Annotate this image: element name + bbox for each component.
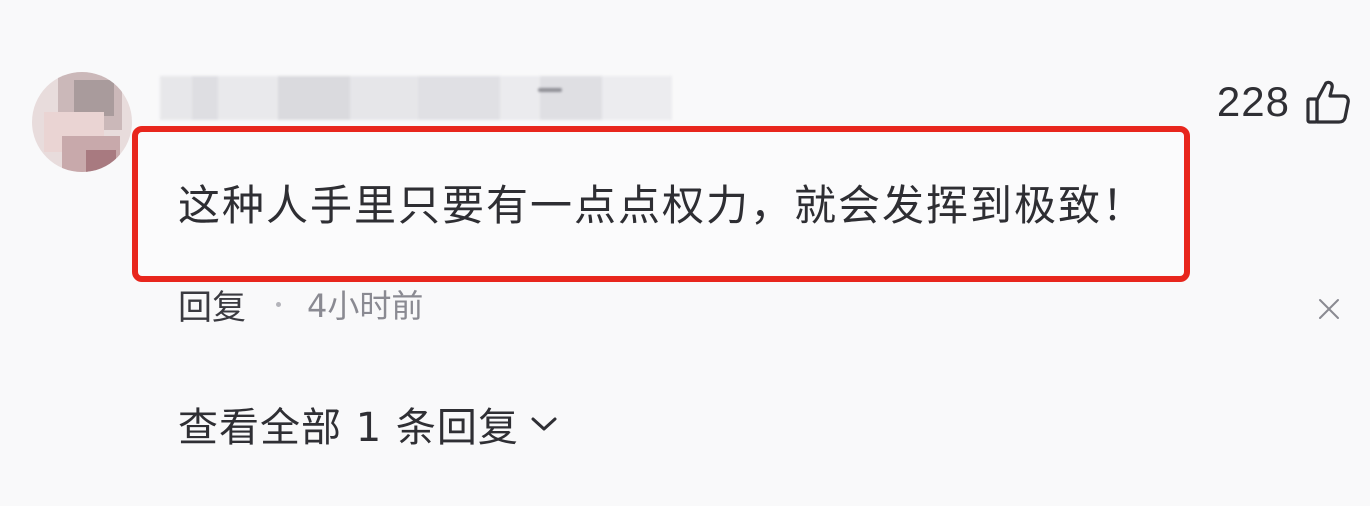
like-count: 228 [1216,78,1290,125]
close-icon[interactable] [1316,296,1342,322]
avatar-blur-block [86,150,116,172]
blurred-username[interactable] [160,76,672,120]
comment-text: 这种人手里只要有一点点权力，就会发挥到极致！ [178,181,1147,230]
highlighted-comment-box: 这种人手里只要有一点点权力，就会发挥到极致！ [132,126,1190,282]
avatar[interactable] [32,72,132,172]
view-all-replies-button[interactable]: 查看全部 1 条回复 [178,396,559,452]
chevron-down-icon [529,414,559,434]
timestamp: 4小时前 [307,287,424,325]
avatar-blur-block [74,80,114,116]
comment-meta: 回复 4小时前 [178,278,423,330]
separator-dot [276,301,281,307]
like-group[interactable]: 228 [1217,72,1350,132]
comment-card: 228 这种人手里只要有一点点权力，就会发挥到极致！ 回复 4小时前 查看全部 … [0,0,1370,506]
thumbs-up-icon[interactable] [1306,79,1350,125]
username-blur-mark [538,88,562,92]
reply-button[interactable]: 回复 [178,280,246,329]
view-replies-label: 查看全部 1 条回复 [178,405,519,451]
